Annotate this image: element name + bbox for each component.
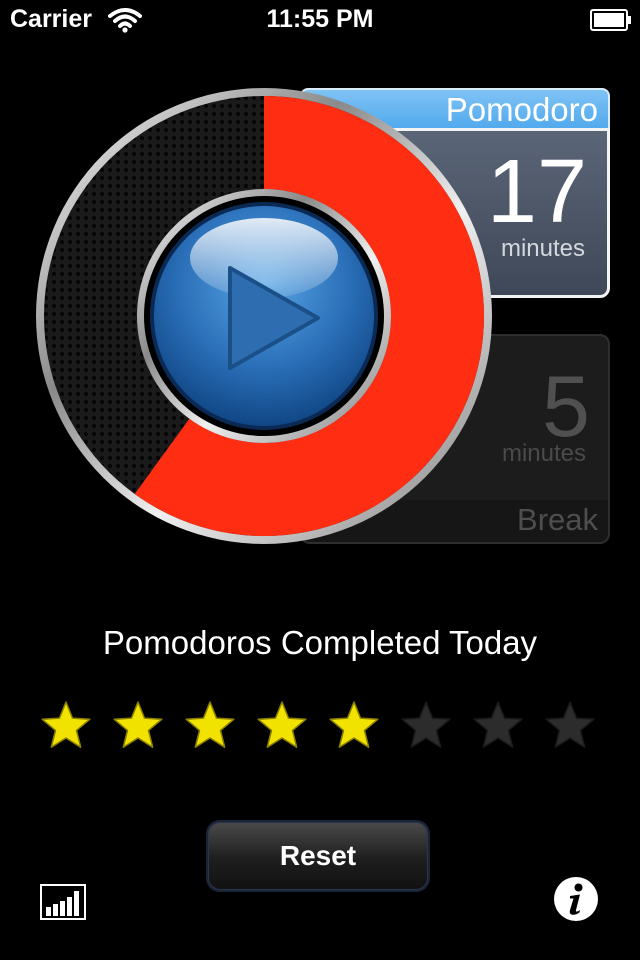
dial-inner-gap	[144, 196, 384, 436]
star-filled-icon	[41, 701, 91, 748]
timer-dial	[36, 88, 492, 544]
star-empty-icon	[545, 701, 595, 748]
work-minutes-value: 17	[486, 142, 587, 242]
clock: 11:55 PM	[266, 5, 374, 33]
star-filled-icon	[257, 701, 307, 748]
battery-icon	[590, 9, 631, 31]
star-filled-icon	[185, 701, 235, 748]
break-label: Break	[517, 502, 598, 537]
work-minutes-unit: minutes	[500, 235, 585, 262]
break-minutes-unit: minutes	[501, 440, 586, 467]
completed-stars	[0, 700, 640, 760]
break-minutes-value: 5	[542, 359, 590, 455]
info-icon[interactable]	[553, 876, 599, 922]
completed-title: Pomodoros Completed Today	[102, 624, 538, 661]
bar-chart-icon[interactable]	[40, 884, 86, 920]
star-filled-icon	[329, 701, 379, 748]
app-screen: Carrier 11:55 PM Pomodoro 17 minutes 5 m…	[0, 0, 640, 960]
status-bar: Carrier 11:55 PM	[0, 0, 640, 40]
reset-button[interactable]: Reset	[206, 820, 430, 892]
star-empty-icon	[473, 701, 523, 748]
star-filled-icon	[113, 701, 163, 748]
star-empty-icon	[401, 701, 451, 748]
